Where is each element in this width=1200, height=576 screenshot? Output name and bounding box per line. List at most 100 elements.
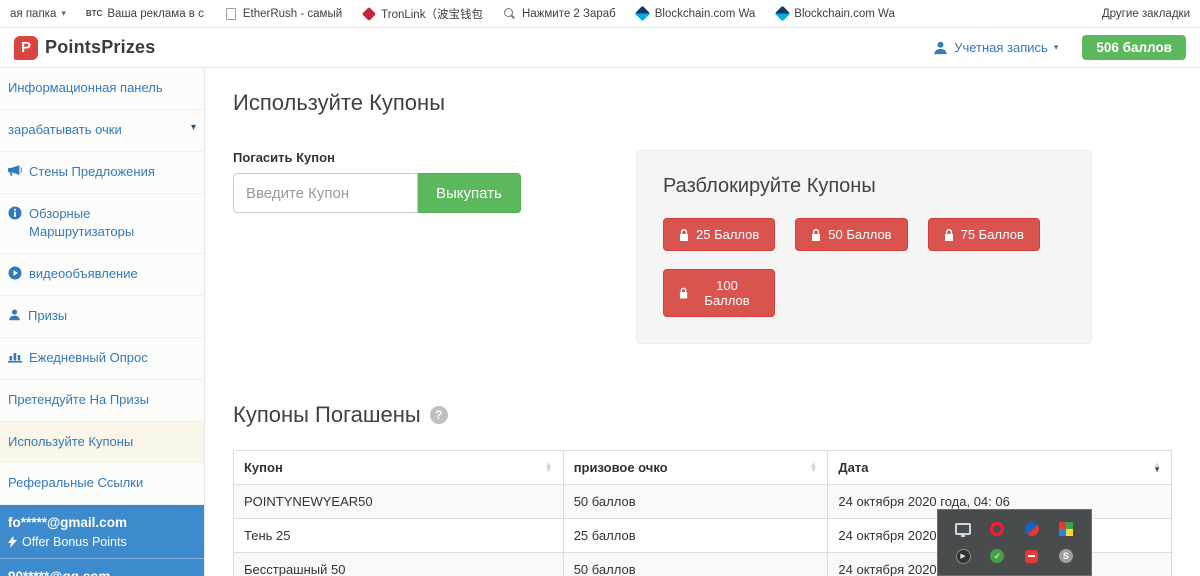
other-bookmarks-label: Другие закладки bbox=[1102, 8, 1190, 20]
table-header-coupon[interactable]: Купон ▲▼ bbox=[234, 451, 564, 485]
lock-icon bbox=[679, 229, 689, 241]
blockchain-icon bbox=[635, 6, 651, 22]
unlock-100-button[interactable]: 100 Баллов bbox=[663, 269, 775, 317]
sidebar-item-prizes[interactable]: Призы bbox=[0, 296, 204, 338]
unlock-button-label: 75 Баллов bbox=[961, 227, 1024, 242]
cell-points: 50 баллов bbox=[563, 553, 828, 576]
lock-icon bbox=[811, 229, 821, 241]
megaphone-icon bbox=[8, 164, 22, 177]
cell-coupon: POINTYNEWYEAR50 bbox=[234, 485, 564, 519]
sidebar-item-label: видеообъявление bbox=[29, 265, 138, 284]
chevron-down-icon: ▾ bbox=[191, 121, 196, 136]
sidebar-item-claim-prizes[interactable]: Претендуйте На Призы bbox=[0, 380, 204, 422]
user-icon bbox=[933, 40, 948, 55]
account-label: Учетная запись bbox=[954, 40, 1048, 55]
referral-email: fo*****@gmail.com bbox=[8, 515, 196, 530]
referral-email: 90*****@qq.com bbox=[8, 569, 196, 576]
bookmark-label: TronLink（波宝钱包 bbox=[381, 6, 483, 22]
cell-coupon: Тень 25 bbox=[234, 519, 564, 553]
sidebar-item-survey-routers[interactable]: Обзорные Маршрутизаторы bbox=[0, 194, 204, 255]
sort-icon: ▲▼ bbox=[545, 463, 553, 473]
sidebar-item-label: Используйте Купоны bbox=[8, 433, 133, 452]
cell-points: 25 баллов bbox=[563, 519, 828, 553]
user-icon bbox=[8, 308, 21, 321]
sidebar-item-label: Призы bbox=[28, 307, 67, 326]
sort-desc-icon: ▲▼ bbox=[1153, 463, 1161, 473]
bookmark-item[interactable]: Нажмите 2 Зараб bbox=[503, 7, 616, 21]
bookmark-item[interactable]: EtherRush - самый bbox=[224, 7, 342, 21]
red-app-icon[interactable] bbox=[1023, 548, 1040, 565]
bookmark-label: Нажмите 2 Зараб bbox=[522, 8, 616, 20]
chevron-down-icon: ▾ bbox=[1054, 42, 1059, 53]
bookmark-item[interactable]: Blockchain.com Wa bbox=[636, 7, 756, 21]
cell-points: 50 баллов bbox=[563, 485, 828, 519]
sidebar-item-label: Претендуйте На Призы bbox=[8, 391, 149, 410]
brand-logo[interactable]: P PointsPrizes bbox=[14, 36, 155, 60]
btc-icon: BTC bbox=[86, 7, 102, 21]
other-bookmarks[interactable]: Другие закладки bbox=[1102, 8, 1190, 20]
bookmark-label: Blockchain.com Wa bbox=[794, 8, 895, 20]
header-label: Дата bbox=[838, 460, 868, 475]
redeem-button[interactable]: Выкупать bbox=[418, 173, 521, 213]
referral-card-2[interactable]: 90*****@qq.com Offer Bonus Points bbox=[0, 558, 204, 576]
referral-card-1[interactable]: fo*****@gmail.com Offer Bonus Points bbox=[0, 505, 204, 558]
play-circle-icon bbox=[8, 266, 22, 280]
table-header-points[interactable]: призовое очко ▲▼ bbox=[563, 451, 828, 485]
sidebar-item-offer-walls[interactable]: Стены Предложения bbox=[0, 152, 204, 194]
display-icon[interactable] bbox=[955, 520, 972, 537]
sidebar-item-label: Стены Предложения bbox=[29, 163, 155, 182]
bookmark-item[interactable]: TronLink（波宝钱包 bbox=[362, 6, 483, 22]
sidebar-item-referral-links[interactable]: Реферальные Ссылки bbox=[0, 463, 204, 505]
redeem-coupon-form: Погасить Купон Выкупать bbox=[233, 150, 527, 213]
blockchain-icon bbox=[775, 6, 791, 22]
page-title: Используйте Купоны bbox=[233, 90, 1172, 116]
opera-icon[interactable] bbox=[989, 520, 1006, 537]
lock-icon bbox=[944, 229, 954, 241]
header-label: призовое очко bbox=[574, 460, 668, 475]
skype-icon[interactable]: S bbox=[1057, 548, 1074, 565]
account-menu[interactable]: Учетная запись ▾ bbox=[933, 40, 1058, 55]
sidebar-item-label: Обзорные Маршрутизаторы bbox=[29, 205, 196, 243]
unlock-50-button[interactable]: 50 Баллов bbox=[795, 218, 907, 251]
sidebar-item-daily-survey[interactable]: Ежедневный Опрос bbox=[0, 338, 204, 380]
search-icon bbox=[504, 8, 516, 20]
bookmark-item[interactable]: Blockchain.com Wa bbox=[775, 7, 895, 21]
bookmarks-bar: ая папка ▾ BTC Ваша реклама в с EtherRus… bbox=[0, 0, 1200, 28]
unlock-coupons-title: Разблокируйте Купоны bbox=[663, 175, 1065, 198]
bookmark-label: EtherRush - самый bbox=[243, 8, 342, 20]
bookmark-folder[interactable]: ая папка ▾ bbox=[10, 8, 66, 20]
coupon-input[interactable] bbox=[233, 173, 418, 213]
unlock-button-label: 100 Баллов bbox=[695, 278, 759, 308]
redeem-coupon-label: Погасить Купон bbox=[233, 150, 527, 165]
sidebar-item-label: зарабатывать очки bbox=[8, 121, 122, 140]
media-play-icon[interactable]: ▶ bbox=[955, 548, 972, 565]
antivirus-check-icon[interactable]: ✓ bbox=[989, 548, 1006, 565]
sidebar-item-use-coupons[interactable]: Используйте Купоны bbox=[0, 422, 204, 464]
sidebar-item-label: Информационная панель bbox=[8, 79, 163, 98]
referral-offer-label: Offer Bonus Points bbox=[22, 535, 127, 549]
main-content: Используйте Купоны Погасить Купон Выкупа… bbox=[205, 68, 1200, 576]
sidebar-item-label: Реферальные Ссылки bbox=[8, 474, 143, 493]
sidebar-item-video-ads[interactable]: видеообъявление bbox=[0, 254, 204, 296]
header-label: Купон bbox=[244, 460, 283, 475]
unlock-button-label: 50 Баллов bbox=[828, 227, 891, 242]
bookmark-item[interactable]: BTC Ваша реклама в с bbox=[86, 7, 204, 21]
cell-coupon: Бесстрашный 50 bbox=[234, 553, 564, 576]
help-question-icon[interactable]: ? bbox=[430, 406, 448, 424]
chevron-down-icon: ▾ bbox=[61, 8, 66, 19]
unlock-25-button[interactable]: 25 Баллов bbox=[663, 218, 775, 251]
info-circle-icon bbox=[8, 206, 22, 220]
document-icon bbox=[226, 8, 236, 20]
unlock-coupons-card: Разблокируйте Купоны 25 Баллов 50 Баллов… bbox=[636, 150, 1092, 344]
redeemed-coupons-title: Купоны Погашены bbox=[233, 402, 421, 428]
sort-icon: ▲▼ bbox=[810, 463, 818, 473]
points-balance-badge[interactable]: 506 баллов bbox=[1082, 35, 1186, 60]
app-blue-red-icon[interactable] bbox=[1023, 520, 1040, 537]
colored-grid-icon[interactable] bbox=[1057, 520, 1074, 537]
sidebar-item-dashboard[interactable]: Информационная панель bbox=[0, 68, 204, 110]
site-header: P PointsPrizes Учетная запись ▾ 506 балл… bbox=[0, 28, 1200, 68]
tronlink-icon bbox=[362, 6, 376, 20]
table-header-date[interactable]: Дата ▲▼ bbox=[828, 451, 1172, 485]
unlock-75-button[interactable]: 75 Баллов bbox=[928, 218, 1040, 251]
sidebar-item-earn-points[interactable]: зарабатывать очки ▾ bbox=[0, 110, 204, 152]
